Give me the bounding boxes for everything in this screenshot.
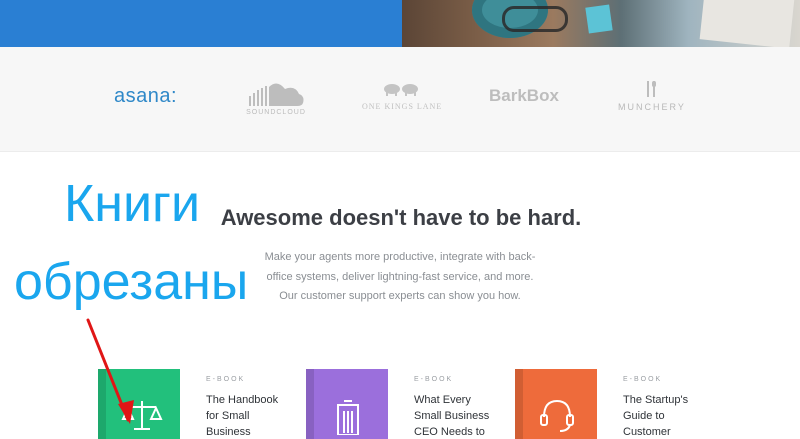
ebook-title-line[interactable]: for Small: [206, 410, 249, 422]
elephants-icon: [384, 84, 418, 96]
munchery-logo: MUNCHERY: [618, 81, 684, 112]
sticky-note-image: [585, 4, 613, 34]
ebook-title-line[interactable]: Small Business: [414, 410, 489, 422]
soundcloud-cloud-icon: [249, 83, 304, 106]
ebook-cover[interactable]: [306, 369, 388, 439]
soundcloud-caption: SOUNDCLOUD: [246, 109, 306, 116]
asana-logo: asana:: [114, 85, 178, 107]
ebook-title-line[interactable]: Guide to: [623, 410, 665, 422]
headset-icon: [540, 399, 574, 432]
ebook-cover[interactable]: [98, 369, 180, 439]
ebook-label: E-BOOK: [414, 376, 454, 383]
ebook-title-line[interactable]: The Startup's: [623, 394, 688, 406]
section-subtext-line: office systems, deliver lightning-fast s…: [266, 271, 534, 283]
building-icon: [337, 400, 359, 435]
ebook-label: E-BOOK: [623, 376, 663, 383]
hero-banner: [0, 0, 800, 47]
ebook-card[interactable]: E-BOOK What Every Small Business CEO Nee…: [306, 369, 536, 439]
scales-icon: [121, 401, 163, 430]
paper-image: [699, 0, 795, 47]
glasses-image: [502, 6, 568, 32]
ebook-title-line[interactable]: Business: [206, 426, 251, 438]
ebook-label: E-BOOK: [206, 376, 246, 383]
barkbox-logo: BarkBox: [489, 86, 559, 105]
munchery-caption: MUNCHERY: [618, 102, 686, 112]
ebook-card[interactable]: E-BOOK The Startup's Guide to Customer: [515, 369, 745, 439]
annotation-text-line: обрезаны: [14, 253, 249, 311]
book-spine: [515, 369, 523, 439]
one-kings-lane-caption: ONE KINGS LANE: [362, 102, 443, 111]
ebook-cover[interactable]: [515, 369, 597, 439]
one-kings-lane-logo: ONE KINGS LANE: [362, 81, 443, 111]
annotation-text-line: Книги: [64, 175, 201, 233]
section-headline: Awesome doesn't have to be hard.: [220, 205, 582, 230]
section-subtext-line: Our customer support experts can show yo…: [279, 290, 521, 302]
customer-logos-band: asana: SOUNDCLOUD ONE KINGS LANE BarkBox…: [0, 47, 800, 152]
fork-knife-icon: [647, 81, 656, 97]
hero-desk-photo: [402, 0, 800, 47]
book-spine: [306, 369, 314, 439]
section-subtext-line: Make your agents more productive, integr…: [264, 251, 536, 263]
book-spine: [98, 369, 106, 439]
ebook-title-line[interactable]: The Handbook: [206, 394, 278, 406]
ebook-title-line[interactable]: CEO Needs to: [414, 426, 485, 438]
ebook-title-line[interactable]: Customer: [623, 426, 671, 438]
hero-blue-panel: [0, 0, 402, 47]
ebook-title-line[interactable]: What Every: [414, 394, 471, 406]
soundcloud-logo: SOUNDCLOUD: [246, 81, 306, 116]
ebook-card[interactable]: E-BOOK The Handbook for Small Business: [98, 369, 328, 439]
